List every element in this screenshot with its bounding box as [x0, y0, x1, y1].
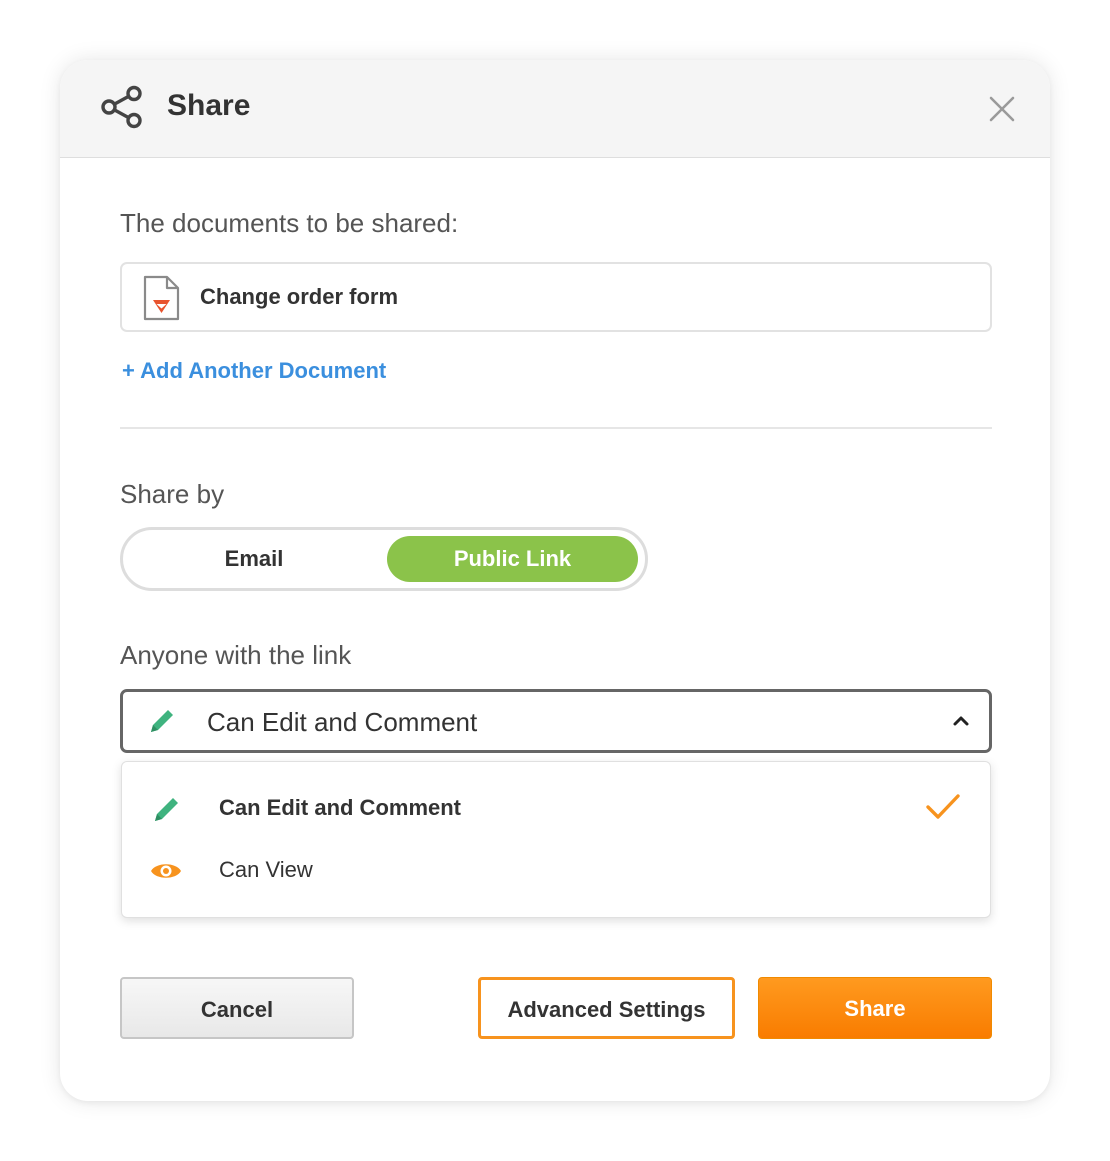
permission-selected-value: Can Edit and Comment — [207, 707, 478, 737]
close-icon[interactable] — [987, 94, 1017, 124]
permission-option-view[interactable]: Can View — [122, 842, 990, 898]
share-by-email-option[interactable]: Email — [127, 536, 381, 582]
document-item: Change order form — [120, 262, 992, 332]
pdf-document-icon — [143, 275, 180, 321]
chevron-up-icon — [953, 716, 969, 726]
section-divider — [120, 427, 992, 429]
pencil-icon — [151, 710, 173, 732]
share-icon — [101, 85, 142, 129]
share-by-public-link-option[interactable]: Public Link — [387, 536, 638, 582]
dialog-title: Share — [167, 89, 251, 122]
pencil-icon — [155, 798, 178, 821]
add-document-link[interactable]: + Add Another Document — [122, 358, 386, 384]
permission-dropdown-menu: Can Edit and Comment Can View — [121, 761, 991, 918]
cancel-button[interactable]: Cancel — [120, 977, 354, 1039]
eye-icon — [151, 864, 181, 878]
link-permission-label: Anyone with the link — [120, 640, 352, 670]
advanced-settings-button[interactable]: Advanced Settings — [478, 977, 735, 1039]
share-by-label: Share by — [120, 479, 225, 509]
dialog-header: Share — [60, 60, 1050, 158]
permission-option-edit[interactable]: Can Edit and Comment — [122, 780, 990, 836]
permission-option-label: Can View — [219, 857, 313, 882]
share-dialog: Share The documents to be shared: Change… — [60, 60, 1050, 1101]
permission-select[interactable]: Can Edit and Comment — [120, 689, 992, 753]
checkmark-icon — [926, 794, 960, 819]
share-button[interactable]: Share — [758, 977, 992, 1039]
permission-option-label: Can Edit and Comment — [219, 795, 462, 820]
documents-label: The documents to be shared: — [120, 208, 459, 238]
share-by-toggle: Email Public Link — [120, 527, 648, 591]
document-name: Change order form — [200, 284, 399, 309]
